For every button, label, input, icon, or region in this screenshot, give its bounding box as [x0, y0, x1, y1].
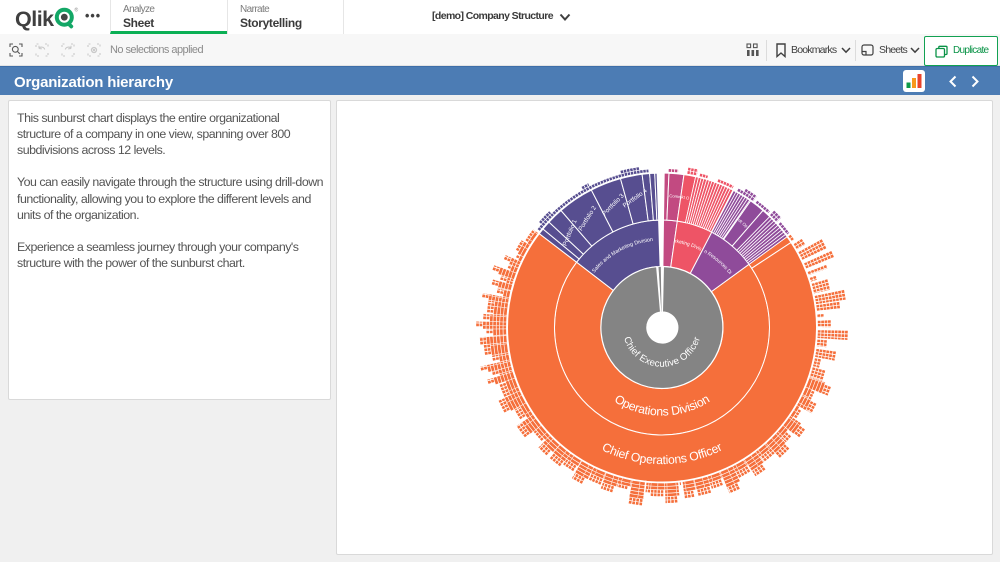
- svg-text:®: ®: [75, 7, 79, 14]
- svg-text:Qlik: Qlik: [15, 7, 54, 31]
